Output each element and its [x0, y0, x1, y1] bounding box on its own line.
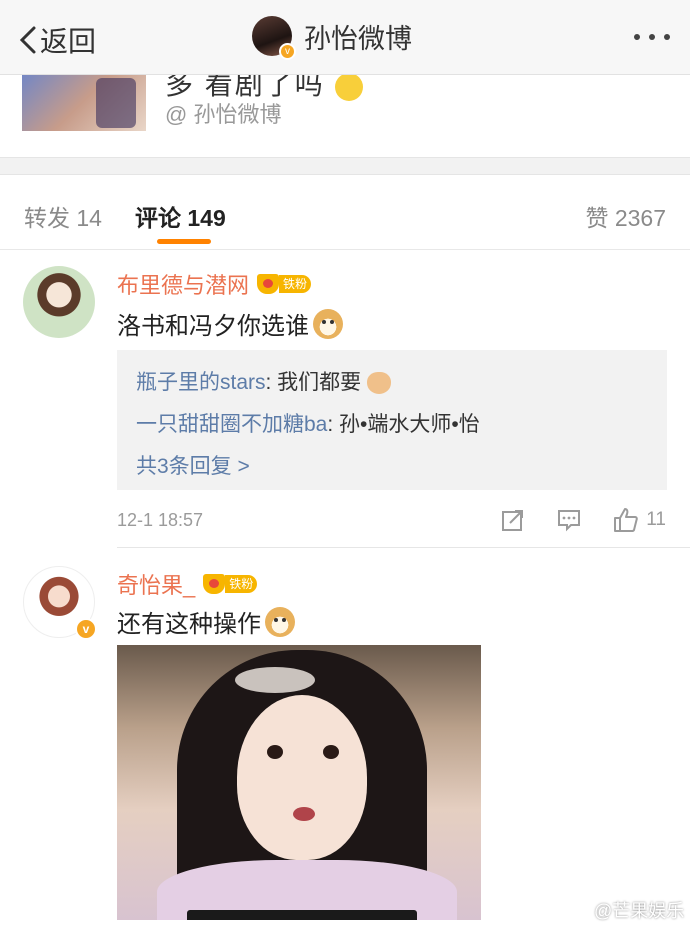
chevron-left-icon [19, 26, 36, 54]
verified-icon: v [75, 618, 97, 640]
avatar[interactable]: v [23, 566, 97, 640]
nav-header: 返回 v 孙怡微博 [0, 0, 690, 75]
fan-badge: 铁粉 [203, 573, 258, 595]
section-separator [0, 157, 690, 175]
comment-text: 还有这种操作 [117, 604, 295, 639]
more-replies-link[interactable]: 共3条回复 > [136, 450, 250, 480]
weibo-logo-icon [566, 901, 590, 919]
doge-emoji-icon [313, 308, 343, 339]
comment-image[interactable] [117, 645, 481, 920]
reply-username[interactable]: 一只甜甜圈不加糖ba [136, 413, 327, 436]
comment-item: 布里德与潜网 铁粉 洛书和冯夕你选谁 瓶子里的stars: 我们都要 一只甜甜圈… [0, 250, 690, 547]
reply-item: 一只甜甜圈不加糖ba: 孙•端水大师•怡 [136, 413, 480, 436]
smile-emoji-icon [334, 72, 363, 101]
tab-likes[interactable]: 赞 2367 [585, 199, 666, 233]
comment-icon [558, 510, 581, 532]
original-post[interactable]: 多 看剧了吗 @ 孙怡微博 [0, 69, 690, 157]
doge-emoji-icon [265, 606, 295, 637]
cat-emoji-icon [367, 372, 392, 395]
tab-reposts[interactable]: 转发 14 [24, 199, 102, 233]
watermark: @芒果娱乐 [566, 897, 684, 923]
reply-button[interactable] [556, 507, 582, 533]
back-label: 返回 [40, 26, 97, 57]
comment-actions: 11 [470, 506, 666, 534]
crown-icon [203, 574, 226, 594]
dot-icon [634, 34, 640, 40]
like-button[interactable]: 11 [612, 506, 666, 534]
repost-icon [502, 510, 524, 531]
avatar[interactable] [23, 266, 95, 338]
reply-item: 瓶子里的stars: 我们都要 [136, 366, 392, 396]
tab-bar: 转发 14 评论 149 赞 2367 [0, 175, 690, 250]
repost-button[interactable] [500, 507, 526, 533]
comment-username[interactable]: 奇怡果_ 铁粉 [117, 568, 258, 600]
verified-icon: v [279, 43, 296, 60]
reply-box[interactable]: 瓶子里的stars: 我们都要 一只甜甜圈不加糖ba: 孙•端水大师•怡 共3条… [117, 350, 667, 490]
fan-badge: 铁粉 [257, 273, 312, 295]
tab-comments[interactable]: 评论 149 [135, 199, 226, 233]
reply-username[interactable]: 瓶子里的stars [136, 371, 266, 394]
comment-text: 洛书和冯夕你选谁 [117, 306, 343, 341]
header-avatar: v [252, 16, 296, 60]
thumbs-up-icon [614, 508, 639, 532]
dot-icon [649, 34, 655, 40]
like-count: 11 [646, 509, 666, 530]
post-author[interactable]: @ 孙怡微博 [165, 97, 281, 129]
comment-time: 12-1 18:57 [117, 510, 204, 530]
crown-icon [257, 274, 280, 294]
more-menu-button[interactable] [634, 34, 670, 40]
dot-icon [664, 34, 670, 40]
page-title: 孙怡微博 [304, 23, 412, 54]
back-button[interactable]: 返回 [18, 20, 96, 60]
post-thumbnail[interactable] [22, 70, 146, 131]
active-tab-indicator [157, 239, 211, 244]
comment-username[interactable]: 布里德与潜网 铁粉 [117, 268, 312, 300]
header-title-group[interactable]: v 孙怡微博 [252, 16, 412, 60]
